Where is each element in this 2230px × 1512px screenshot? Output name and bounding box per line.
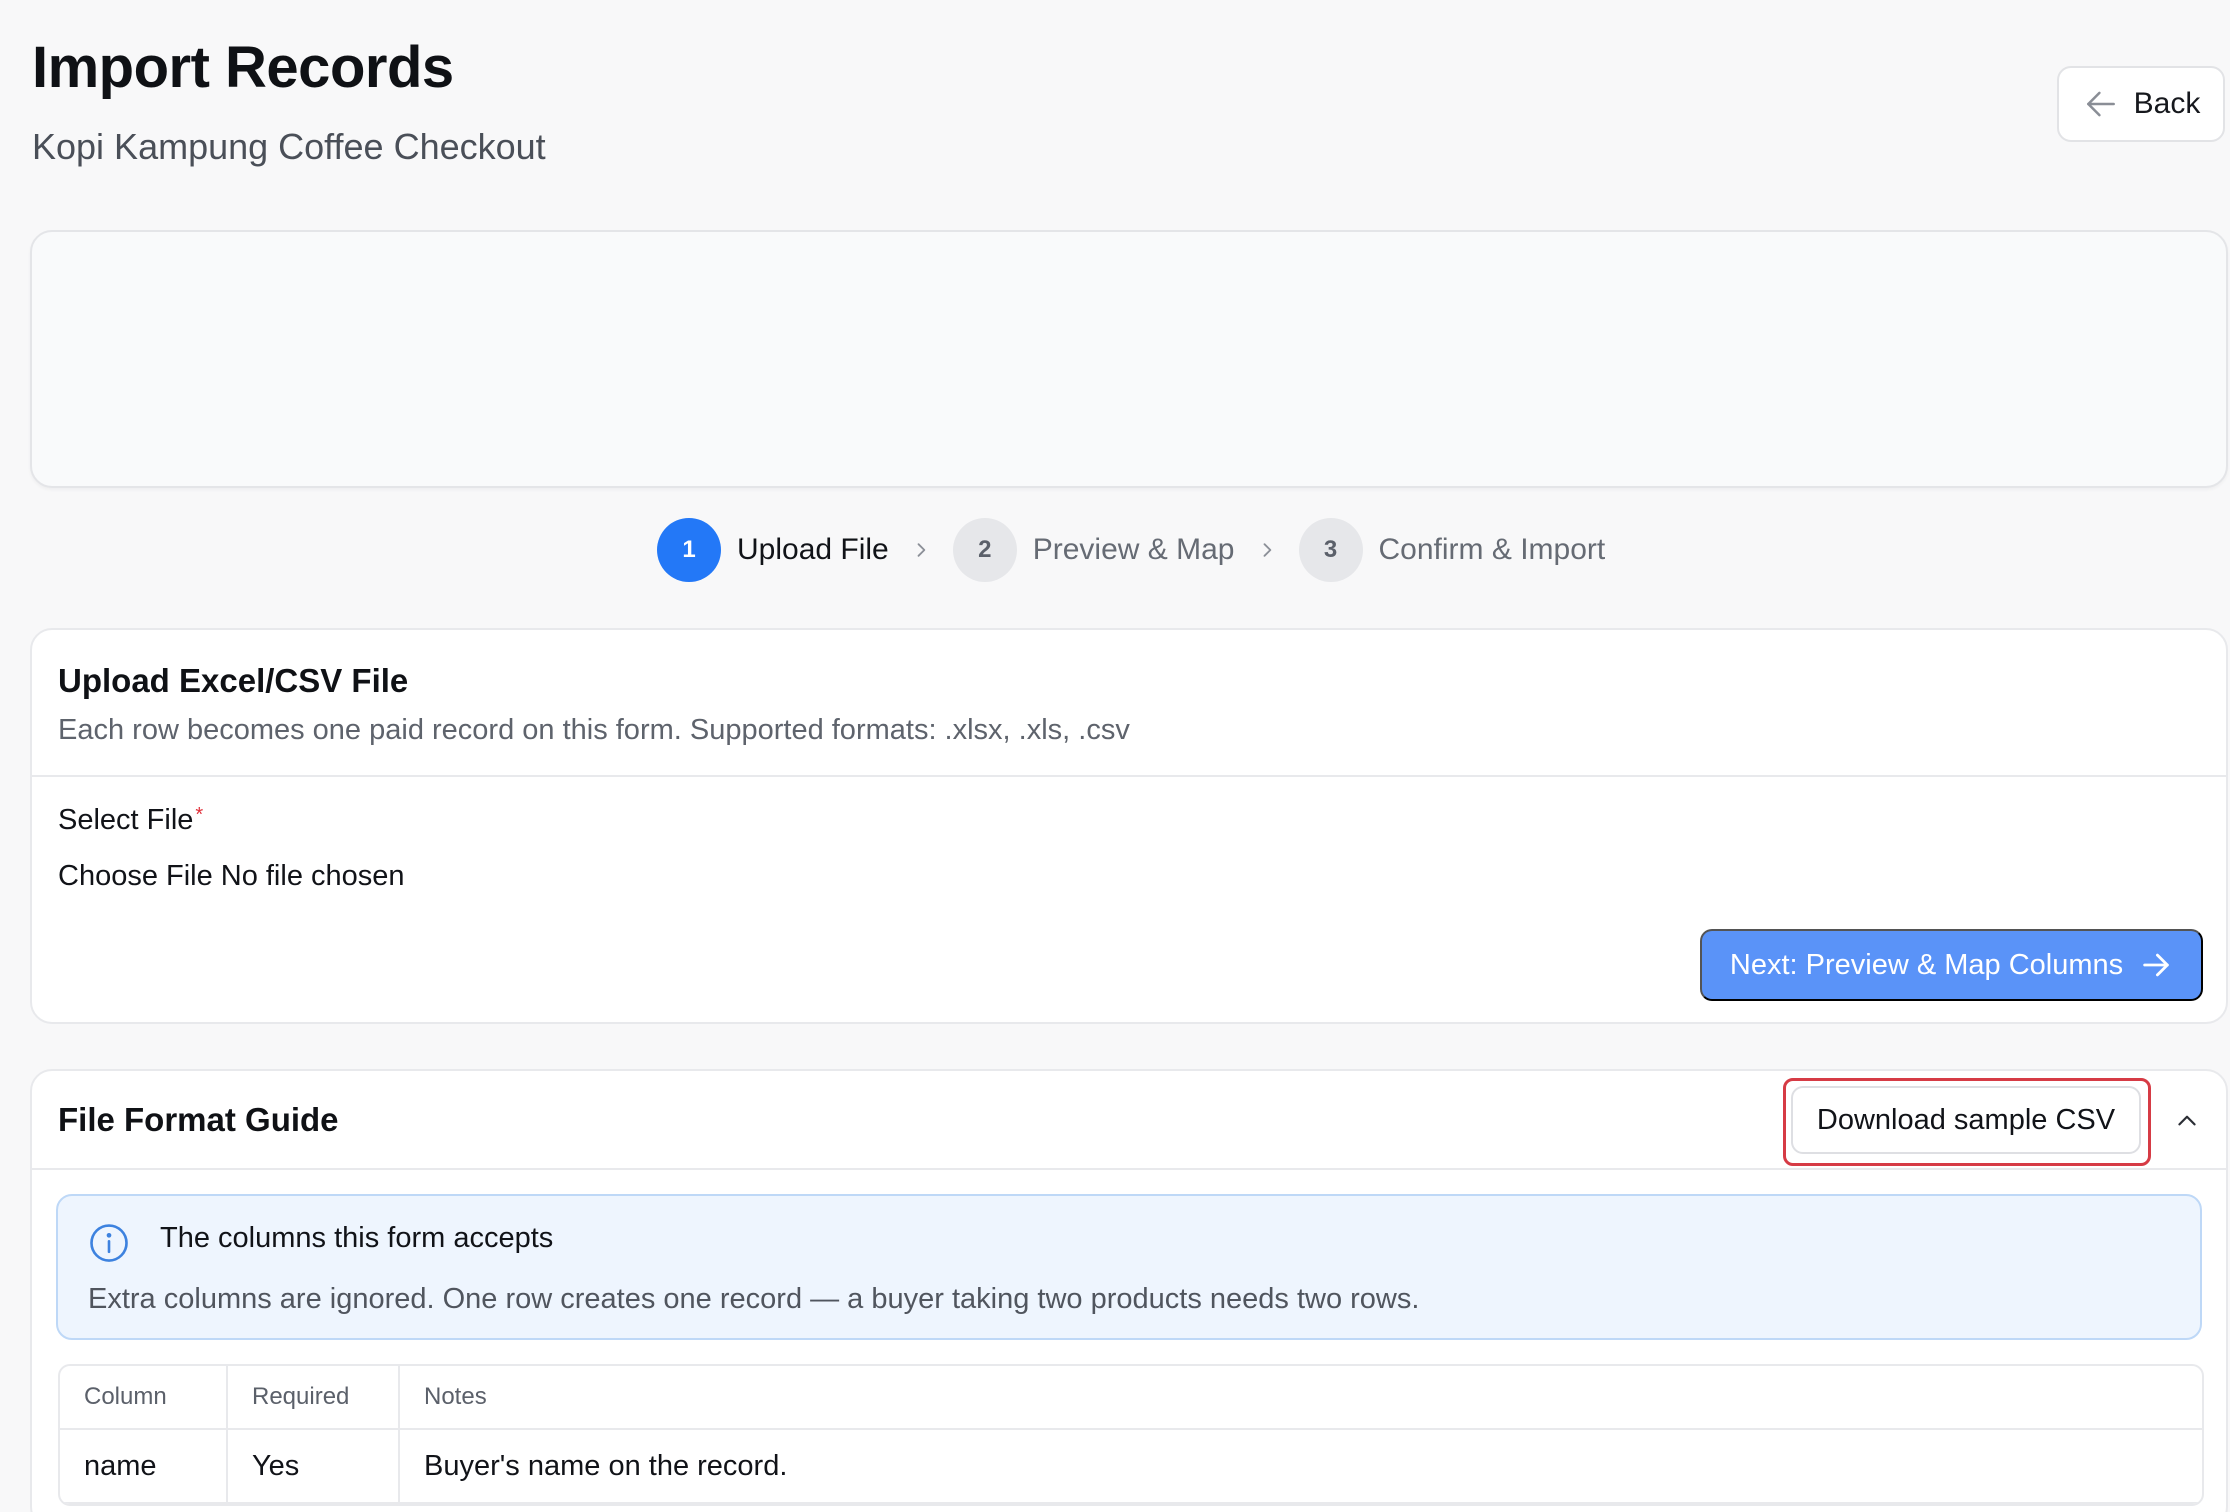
info-title: The columns this form accepts bbox=[160, 1222, 554, 1254]
step-label: Confirm & Import bbox=[1378, 533, 1606, 566]
step-preview-map: 2 Preview & Map bbox=[952, 518, 1235, 582]
chevron-right-icon bbox=[911, 540, 931, 560]
blank-panel bbox=[30, 230, 2228, 488]
info-icon bbox=[90, 1224, 128, 1262]
upload-card-title: Upload Excel/CSV File bbox=[58, 662, 409, 699]
back-button-label: Back bbox=[2133, 87, 2201, 120]
import-stepper: 1 Upload File 2 Preview & Map 3 Confirm … bbox=[657, 517, 1605, 583]
import-records-page: Import Records Kopi Kampung Coffee Check… bbox=[0, 0, 2230, 1512]
no-file-chosen-text: No file chosen bbox=[220, 860, 405, 892]
step-number: 3 bbox=[1298, 518, 1363, 582]
download-sample-csv-button[interactable]: Download sample CSV bbox=[1791, 1086, 2141, 1154]
table-cell: Buyer's name on the record. bbox=[400, 1430, 2202, 1504]
info-description: Extra columns are ignored. One row creat… bbox=[88, 1283, 1420, 1315]
table-row: name Yes Buyer's name on the record. bbox=[60, 1430, 2202, 1504]
choose-file-button[interactable]: Choose File bbox=[58, 860, 213, 893]
table-cell: name bbox=[60, 1430, 228, 1504]
arrow-right-icon bbox=[2143, 953, 2169, 977]
arrow-left-icon bbox=[2086, 91, 2115, 117]
page-title: Import Records bbox=[32, 35, 454, 100]
upload-card: Upload Excel/CSV File Each row becomes o… bbox=[30, 628, 2228, 1024]
columns-info-box: The columns this form accepts Extra colu… bbox=[56, 1194, 2202, 1340]
file-input[interactable]: Choose File No file chosen bbox=[58, 860, 405, 893]
select-file-label-text: Select File bbox=[58, 804, 194, 836]
chevron-right-icon bbox=[1257, 540, 1277, 560]
back-button[interactable]: Back bbox=[2057, 66, 2225, 142]
required-mark: * bbox=[195, 804, 204, 826]
step-number: 1 bbox=[657, 518, 721, 582]
file-format-guide-card: File Format Guide Download sample CSV Th… bbox=[30, 1069, 2228, 1512]
next-preview-map-button[interactable]: Next: Preview & Map Columns bbox=[1700, 929, 2203, 1001]
column-header: Required bbox=[228, 1366, 400, 1430]
table-header-row: Column Required Notes bbox=[60, 1366, 2202, 1430]
column-header: Column bbox=[60, 1366, 228, 1430]
select-file-label: Select File * bbox=[58, 804, 203, 837]
column-header: Notes bbox=[400, 1366, 2202, 1430]
step-confirm-import: 3 Confirm & Import bbox=[1298, 518, 1606, 582]
step-number: 2 bbox=[952, 518, 1017, 582]
guide-title: File Format Guide bbox=[58, 1101, 339, 1138]
divider bbox=[32, 1168, 2226, 1170]
chevron-up-icon bbox=[2178, 1115, 2196, 1126]
step-label: Preview & Map bbox=[1032, 533, 1235, 566]
divider bbox=[32, 775, 2226, 777]
collapse-toggle[interactable] bbox=[2164, 1097, 2210, 1143]
step-label: Upload File bbox=[737, 533, 889, 566]
page-subtitle: Kopi Kampung Coffee Checkout bbox=[32, 126, 546, 167]
upload-card-description: Each row becomes one paid record on this… bbox=[58, 714, 1130, 746]
step-upload-file: 1 Upload File bbox=[657, 518, 889, 582]
columns-table: Column Required Notes name Yes Buyer's n… bbox=[58, 1364, 2204, 1506]
table-cell: Yes bbox=[228, 1430, 400, 1504]
next-button-label: Next: Preview & Map Columns bbox=[1729, 948, 2124, 981]
